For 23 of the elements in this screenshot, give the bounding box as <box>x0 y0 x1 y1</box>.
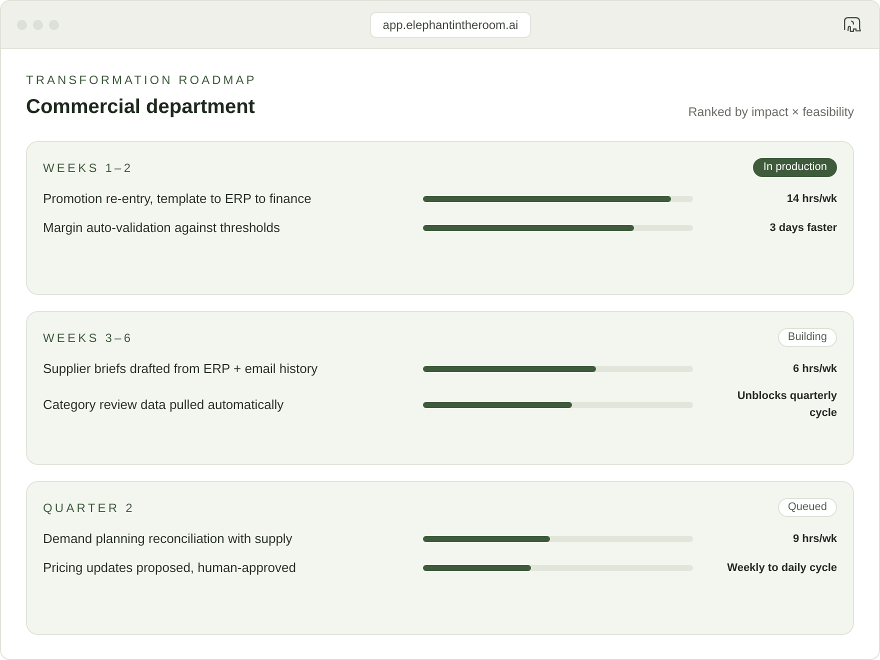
address-bar[interactable]: app.elephantintheroom.ai <box>370 12 532 38</box>
page-title: Commercial department <box>26 95 255 120</box>
eyebrow-label: TRANSFORMATION ROADMAP <box>26 72 257 88</box>
impact-reading: 3 days faster <box>770 220 837 236</box>
task-label: Category review data pulled automatically <box>43 396 285 414</box>
task-label: Promotion re-entry, template to ERP to finance <box>43 190 312 208</box>
impact-reading: 9 hrs/wk <box>792 532 837 546</box>
impact-reading: Weekly to daily cycle <box>727 560 837 576</box>
impact-reading: 6 hrs/wk <box>792 362 837 376</box>
status-badge: Building <box>778 328 837 347</box>
ranking-note: Ranked by impact × feasibility <box>688 104 854 120</box>
phase-heading: WEEKS 1–2 <box>43 160 134 176</box>
phase-heading: WEEKS 3–6 <box>43 330 134 346</box>
task-label: Pricing updates proposed, human-approved <box>43 559 297 577</box>
elephant-icon[interactable] <box>843 16 862 33</box>
phase-heading: QUARTER 2 <box>43 500 135 516</box>
impact-reading: Unblocks quarterly cycle <box>736 389 837 421</box>
task-label: Demand planning reconciliation with supply <box>43 530 294 548</box>
status-badge: Queued <box>778 498 837 517</box>
impact-reading: 14 hrs/wk <box>786 192 837 206</box>
task-label: Supplier briefs drafted from ERP + email history <box>43 360 319 378</box>
task-label: Margin auto-validation against thresholds <box>43 219 282 237</box>
status-badge: In production <box>753 158 837 177</box>
